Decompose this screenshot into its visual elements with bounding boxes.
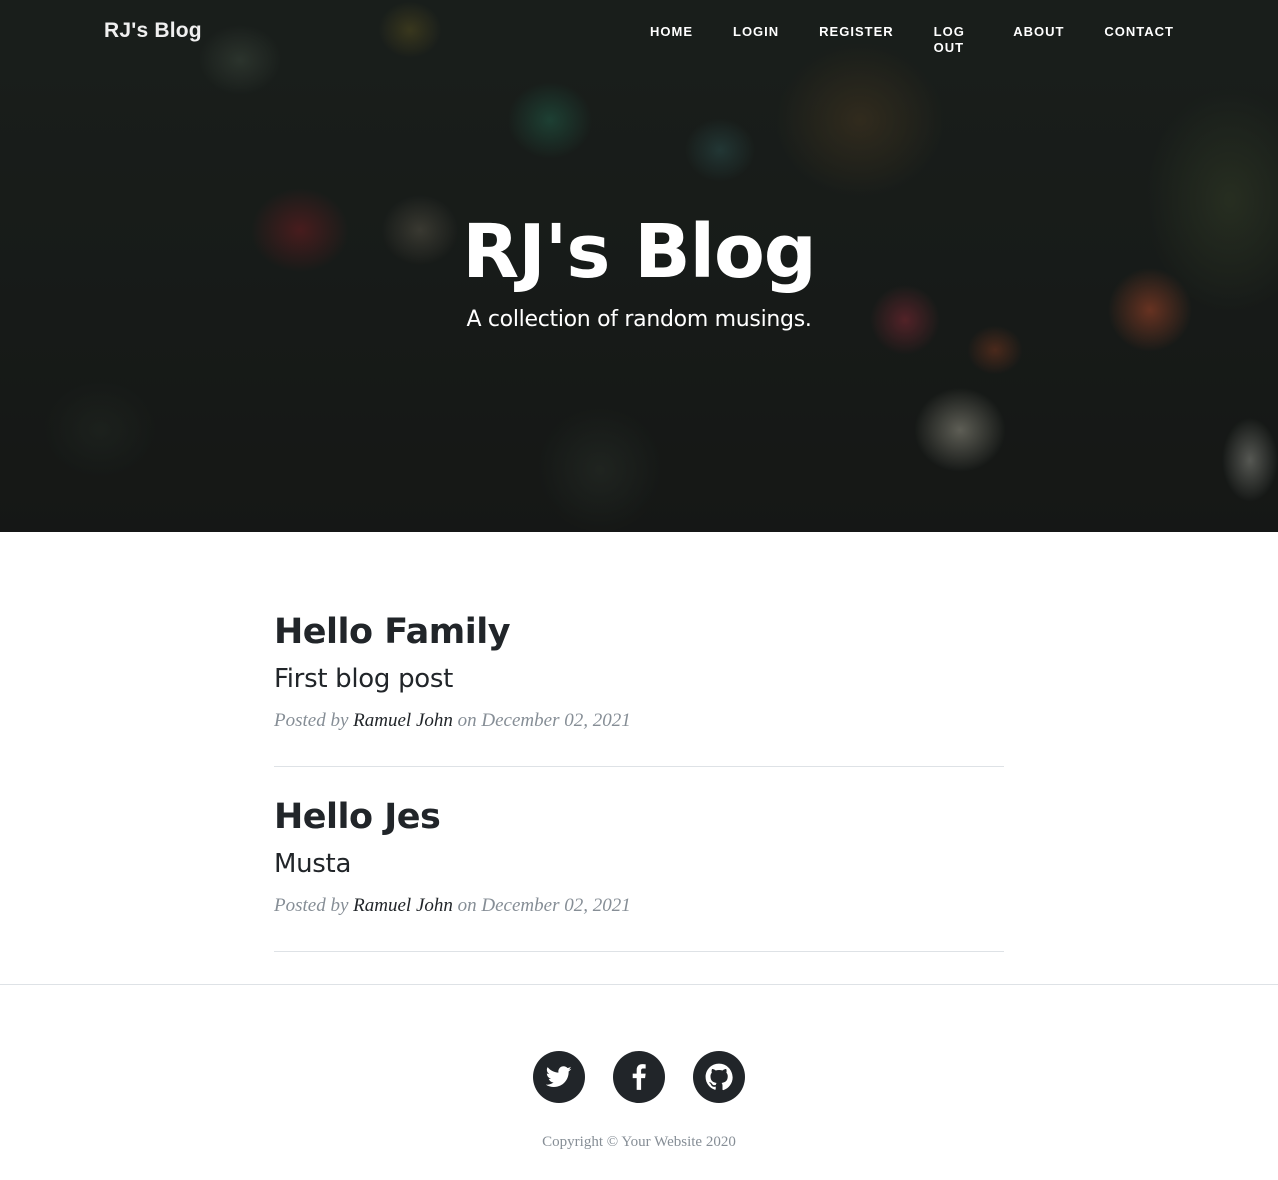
post-meta-prefix: Posted by [274,710,349,731]
post-subtitle[interactable]: First blog post [274,660,1004,698]
post-author[interactable]: Ramuel John [353,710,453,731]
post-meta-on: on [457,895,477,916]
social-links [533,1051,745,1103]
facebook-icon [632,1064,646,1090]
nav-link-login[interactable]: LOGIN [713,24,799,56]
post-meta-prefix: Posted by [274,895,349,916]
github-icon [705,1063,733,1091]
post-meta-on: on [457,710,477,731]
site-title: RJ's Blog [462,209,817,295]
github-link[interactable] [693,1051,745,1103]
post-title[interactable]: Hello Jes [274,791,1004,843]
nav-link-contact[interactable]: CONTACT [1084,24,1194,56]
main-nav: HOME LOGIN REGISTER LOG OUT ABOUT CONTAC… [630,24,1194,56]
post-date: December 02, 2021 [481,710,631,731]
nav-link-about[interactable]: ABOUT [993,24,1084,56]
nav-link-home[interactable]: HOME [630,24,713,56]
post-list: Hello Family First blog post Posted by R… [274,606,1004,952]
navbar-brand[interactable]: RJ's Blog [104,19,202,43]
footer-divider [0,984,1278,985]
post-author[interactable]: Ramuel John [353,895,453,916]
twitter-link[interactable] [533,1051,585,1103]
copyright: Copyright © Your Website 2020 [542,1134,736,1150]
post-title[interactable]: Hello Family [274,606,1004,658]
facebook-link[interactable] [613,1051,665,1103]
nav-link-logout[interactable]: LOG OUT [914,24,994,56]
post-date: December 02, 2021 [481,895,631,916]
masthead: RJ's Blog HOME LOGIN REGISTER LOG OUT AB… [0,0,1278,532]
post-meta: Posted by Ramuel John on December 02, 20… [274,708,1004,734]
nav-link-register[interactable]: REGISTER [799,24,913,56]
site-subtitle: A collection of random musings. [466,307,812,332]
post-meta: Posted by Ramuel John on December 02, 20… [274,893,1004,919]
post-subtitle[interactable]: Musta [274,845,1004,883]
site-heading: RJ's Blog A collection of random musings… [0,204,1278,336]
post-preview: Hello Family First blog post Posted by R… [274,606,1004,767]
post-preview: Hello Jes Musta Posted by Ramuel John on… [274,767,1004,952]
twitter-icon [546,1066,572,1087]
